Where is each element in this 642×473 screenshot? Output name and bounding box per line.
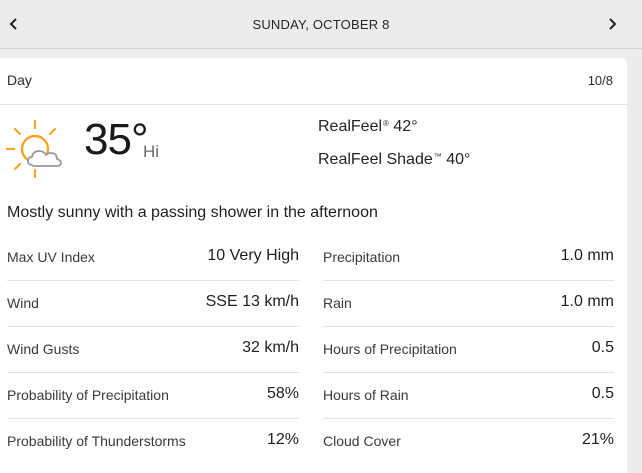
date-short: 10/8	[587, 73, 613, 88]
stat-value: 12%	[266, 431, 299, 448]
stat-label: Hours of Precipitation	[323, 341, 457, 357]
stat-label: Probability of Thunderstorms	[7, 433, 186, 449]
realfeel-trademark: ®	[383, 119, 389, 128]
realfeel-shade-value: 40°	[446, 151, 471, 168]
realfeel-label: RealFeel	[318, 118, 383, 135]
stats-left-column: Max UV Index 10 Very High Wind SSE 13 km…	[7, 235, 299, 464]
stat-label: Wind Gusts	[7, 341, 80, 357]
stat-value: 1.0 mm	[560, 247, 614, 264]
stat-value: 58%	[266, 385, 299, 402]
stat-value: 1.0 mm	[560, 293, 614, 310]
stat-row-precipitation: Precipitation 1.0 mm	[323, 235, 614, 281]
stat-row-wind: Wind SSE 13 km/h	[7, 281, 299, 327]
sun-with-cloud-icon	[5, 119, 62, 179]
stat-label: Precipitation	[323, 249, 401, 265]
stat-label: Rain	[323, 295, 352, 311]
stat-row-hours-of-precipitation: Hours of Precipitation 0.5	[323, 327, 614, 373]
stat-row-probability-of-thunderstorms: Probability of Thunderstorms 12%	[7, 419, 299, 464]
card-header: Day 10/8	[0, 58, 627, 105]
stat-value: 32 km/h	[242, 339, 299, 356]
stat-row-probability-of-precipitation: Probability of Precipitation 58%	[7, 373, 299, 419]
stat-value: SSE 13 km/h	[205, 293, 299, 310]
forecast-phrase: Mostly sunny with a passing shower in th…	[7, 204, 378, 221]
stat-label: Hours of Rain	[323, 387, 409, 403]
day-forecast-card: Day 10/8 35° Hi RealFeel® 42° RealFeel S…	[0, 58, 627, 473]
chevron-right-icon	[609, 18, 617, 30]
realfeel-value: 42°	[393, 118, 418, 135]
realfeel-shade-trademark: ™	[433, 152, 442, 161]
stat-row-hours-of-rain: Hours of Rain 0.5	[323, 373, 614, 419]
stat-row-max-uv-index: Max UV Index 10 Very High	[7, 235, 299, 281]
date-title: SUNDAY, OCTOBER 8	[252, 17, 390, 32]
stat-label: Cloud Cover	[323, 433, 401, 449]
stat-label: Wind	[7, 295, 39, 311]
stats-right-column: Precipitation 1.0 mm Rain 1.0 mm Hours o…	[323, 235, 614, 464]
stat-label: Max UV Index	[7, 249, 95, 265]
next-day-button[interactable]	[598, 10, 626, 38]
stat-value: 0.5	[591, 339, 614, 356]
temperature-value: 35°	[84, 115, 149, 164]
temperature-label: Hi	[143, 142, 160, 161]
stat-row-rain: Rain 1.0 mm	[323, 281, 614, 327]
realfeel-shade: RealFeel Shade™ 40°	[318, 151, 470, 169]
stat-value: 10 Very High	[207, 247, 299, 264]
realfeel-shade-label: RealFeel Shade	[318, 151, 433, 168]
stat-row-wind-gusts: Wind Gusts 32 km/h	[7, 327, 299, 373]
date-navigation-bar: SUNDAY, OCTOBER 8	[0, 0, 642, 49]
stat-value: 0.5	[591, 385, 614, 402]
stat-value: 21%	[581, 431, 614, 448]
period-label: Day	[7, 72, 32, 88]
realfeel: RealFeel® 42°	[318, 118, 418, 136]
stat-row-cloud-cover: Cloud Cover 21%	[323, 419, 614, 464]
stat-label: Probability of Precipitation	[7, 387, 169, 403]
